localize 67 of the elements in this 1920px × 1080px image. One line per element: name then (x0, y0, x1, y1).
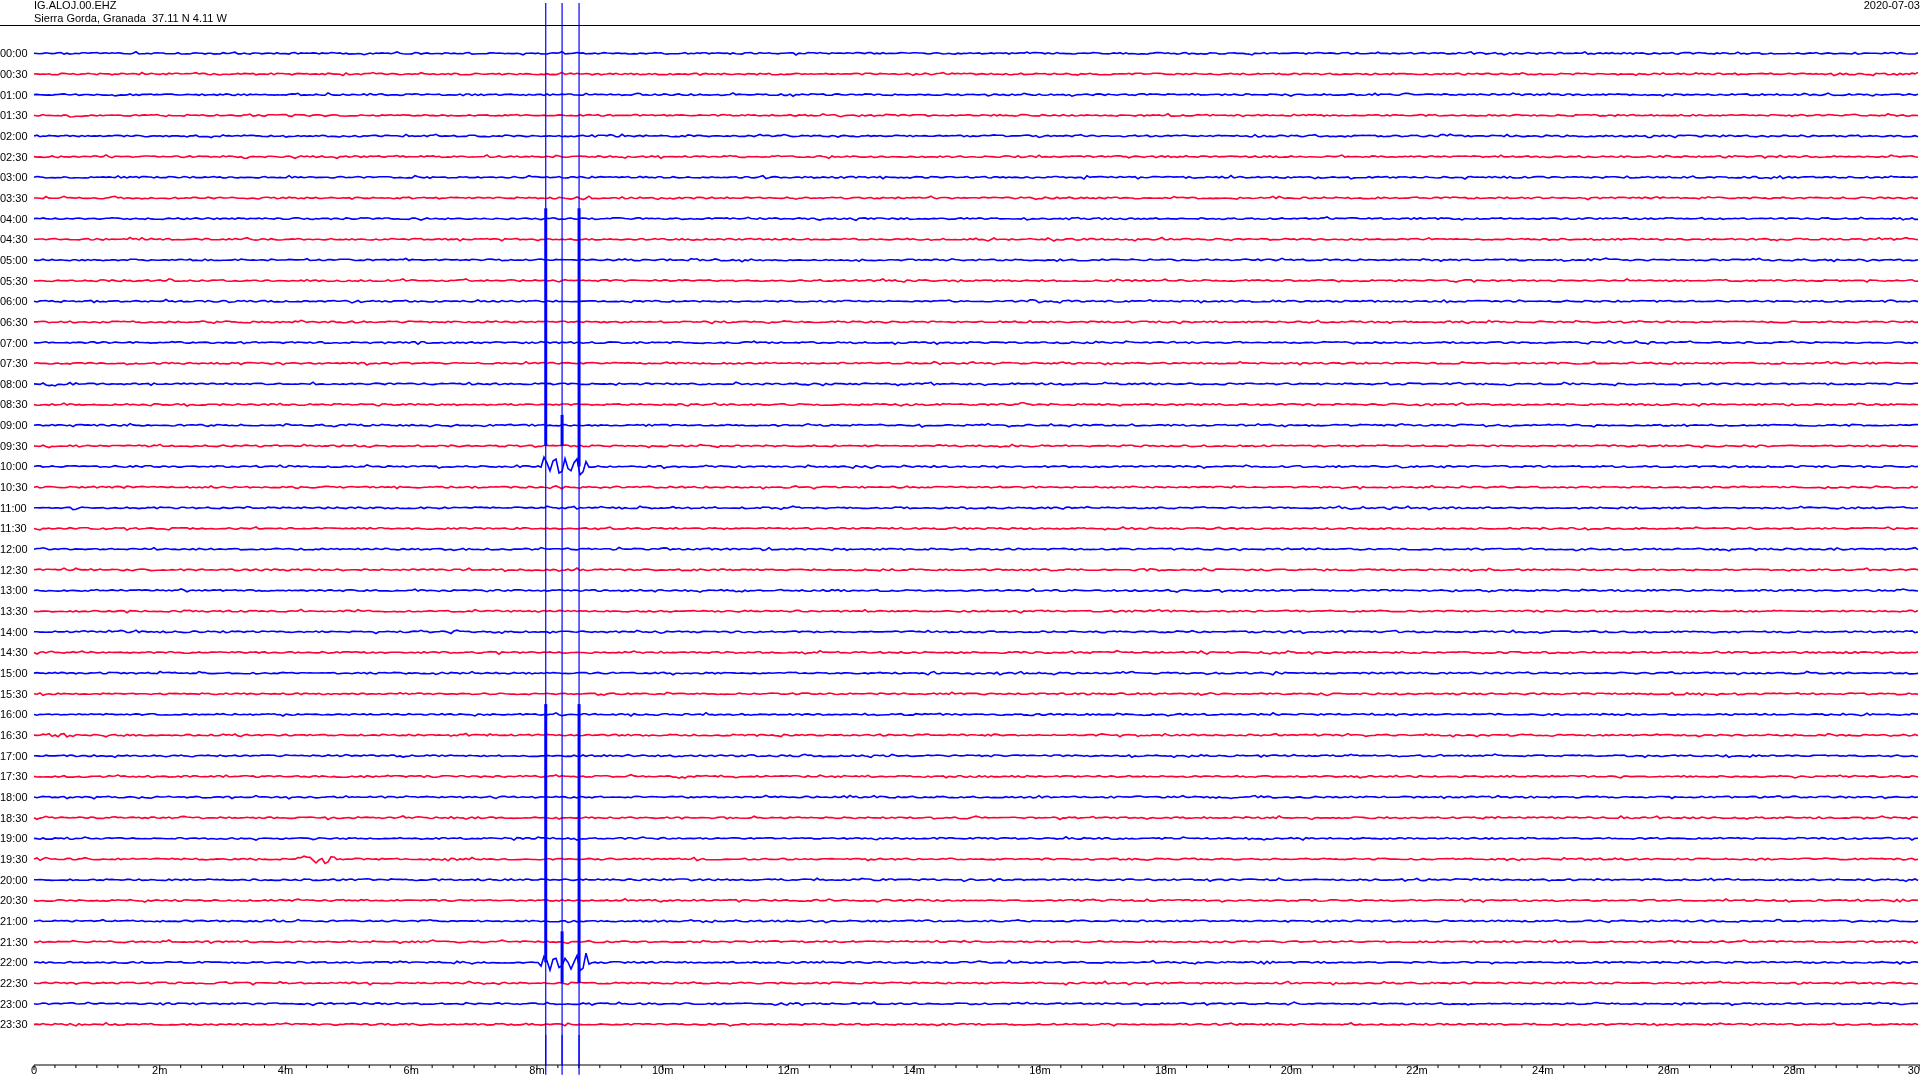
row-time-label: 04:30 (0, 232, 29, 248)
row-time-label: 23:00 (0, 996, 29, 1012)
row-time-label: 10:30 (0, 480, 29, 496)
row-time-label: 09:30 (0, 438, 29, 454)
axis-tick-label: 2m (152, 1063, 168, 1076)
axis-tick-label: 28m (1783, 1063, 1805, 1076)
row-time-label: 14:00 (0, 624, 29, 640)
row-time-label: 12:00 (0, 542, 29, 558)
row-time-label: 06:30 (0, 314, 29, 330)
row-time-label: 07:30 (0, 356, 29, 372)
axis-tick-label: 8m (529, 1063, 545, 1076)
axis-tick-label: 18m (1154, 1063, 1177, 1076)
row-time-label: 05:30 (0, 273, 29, 289)
axis-tick-label: 6m (403, 1063, 419, 1076)
row-time-label: 01:00 (0, 87, 29, 103)
axis-tick-label: 4m (277, 1063, 294, 1076)
row-time-label: 06:00 (0, 294, 29, 310)
row-time-label: 10:00 (0, 459, 29, 475)
row-time-label: 20:30 (0, 893, 29, 909)
row-time-label: 15:30 (0, 686, 29, 702)
row-time-label: 22:30 (0, 975, 29, 991)
row-time-label: 02:00 (0, 128, 29, 144)
row-time-label: 05:00 (0, 252, 29, 268)
row-time-label: 18:30 (0, 810, 29, 826)
axis-tick-label: 0 (30, 1063, 38, 1076)
row-time-label: 04:00 (0, 211, 29, 227)
row-time-label: 23:30 (0, 1017, 29, 1033)
station-location: Sierra Gorda, Granada 37.11 N 4.11 W (34, 12, 227, 25)
row-time-label: 18:00 (0, 789, 29, 805)
plot-date: 2020-07-03 (1863, 0, 1920, 13)
station-code: IG.ALOJ.00.EHZ (34, 0, 118, 12)
row-time-label: 16:30 (0, 728, 29, 743)
row-time-label: 02:30 (0, 149, 29, 165)
row-time-label: 03:30 (0, 190, 29, 206)
row-time-label: 13:30 (0, 604, 29, 620)
axis-tick-label: 10m (651, 1063, 674, 1076)
axis-tick-label: 26m (1657, 1063, 1680, 1076)
row-time-label: 03:00 (0, 170, 29, 186)
axis-tick-label: 14m (903, 1063, 925, 1076)
row-time-label: 00:30 (0, 67, 29, 82)
row-time-label: 17:00 (0, 748, 29, 764)
axis-tick-label: 20m (1280, 1063, 1303, 1076)
row-time-label: 20:00 (0, 872, 29, 888)
row-time-label: 11:30 (0, 521, 28, 537)
axis-tick-label: 16m (1029, 1063, 1051, 1076)
axis-tick-label: 30 (1907, 1063, 1920, 1076)
row-time-label: 12:30 (0, 562, 29, 578)
axis-tick-label: 12m (777, 1063, 800, 1076)
row-time-label: 14:30 (0, 645, 29, 661)
row-time-label: 22:00 (0, 955, 29, 971)
row-time-label: 07:00 (0, 335, 29, 351)
row-time-label: 11:00 (0, 500, 28, 516)
axis-tick-label: 22m (1406, 1063, 1428, 1076)
row-time-label: 09:00 (0, 418, 29, 434)
row-time-label: 08:00 (0, 376, 29, 392)
row-time-label: 13:00 (0, 583, 29, 599)
axis-tick-label: 24m (1532, 1063, 1554, 1076)
row-time-label: 19:30 (0, 851, 29, 867)
row-time-label: 19:00 (0, 831, 29, 847)
row-time-label: 08:30 (0, 397, 29, 413)
row-time-label: 21:00 (0, 913, 29, 929)
row-time-label: 21:30 (0, 934, 29, 950)
row-time-label: 16:00 (0, 707, 29, 723)
row-time-label: 17:30 (0, 769, 29, 785)
row-time-label: 00:00 (0, 46, 29, 62)
row-time-label: 01:30 (0, 108, 29, 124)
row-time-label: 15:00 (0, 666, 29, 681)
